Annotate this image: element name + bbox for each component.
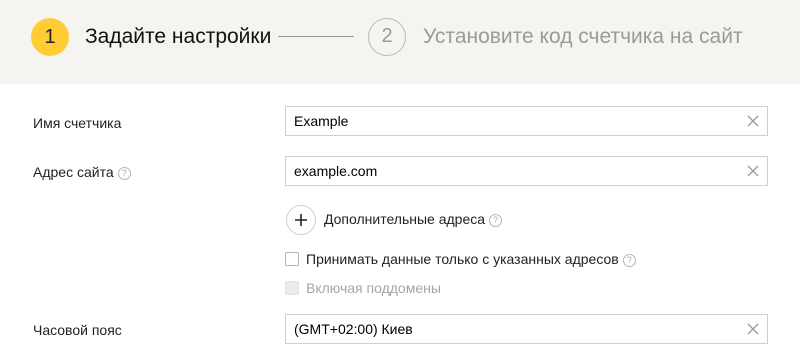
question-icon[interactable]: ? <box>489 214 503 227</box>
timezone-field <box>285 314 768 344</box>
close-icon[interactable] <box>746 164 760 178</box>
accept-only-specified-label[interactable]: Принимать данные только с указанных адре… <box>306 251 619 267</box>
counter-name-input[interactable] <box>286 107 734 135</box>
step-2-number[interactable]: 2 <box>368 18 406 56</box>
counter-name-field <box>285 106 768 136</box>
site-address-label-text: Адрес сайта <box>33 164 114 180</box>
include-subdomains-checkbox <box>285 281 299 295</box>
question-icon[interactable]: ? <box>622 254 636 267</box>
question-icon[interactable]: ? <box>117 167 131 180</box>
additional-addresses-label: Дополнительные адреса <box>324 211 486 227</box>
timezone-input[interactable] <box>286 315 734 343</box>
close-icon[interactable] <box>746 322 760 336</box>
step-connector <box>278 36 354 37</box>
additional-addresses-link[interactable]: Дополнительные адреса? <box>324 211 503 228</box>
setup-stepper: 1 Задайте настройки 2 Установите код сче… <box>0 0 800 84</box>
counter-name-label: Имя счетчика <box>33 115 122 131</box>
add-address-button[interactable] <box>286 205 316 235</box>
site-address-field <box>285 156 768 186</box>
plus-icon <box>295 214 307 226</box>
step-1-label: Задайте настройки <box>85 25 272 48</box>
step-1-number: 1 <box>31 18 69 56</box>
timezone-label: Часовой пояс <box>33 322 122 338</box>
close-icon[interactable] <box>746 114 760 128</box>
accept-only-specified-row: Принимать данные только с указанных адре… <box>306 251 636 268</box>
step-2-label[interactable]: Установите код счетчика на сайт <box>423 25 743 49</box>
site-address-label: Адрес сайта? <box>33 164 131 181</box>
site-address-input[interactable] <box>286 157 734 185</box>
accept-only-specified-checkbox[interactable] <box>285 252 299 266</box>
include-subdomains-label: Включая поддомены <box>306 280 441 296</box>
